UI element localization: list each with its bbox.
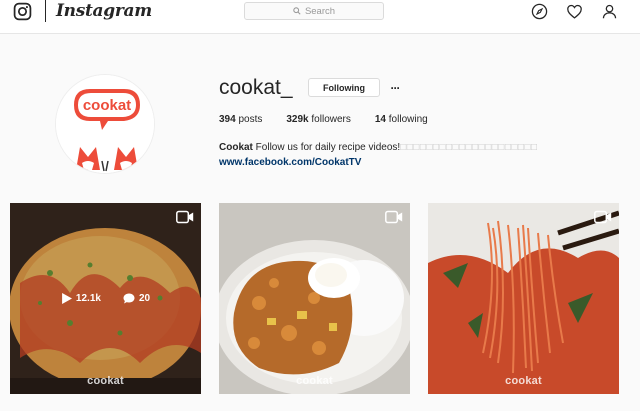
play-icon bbox=[62, 293, 72, 304]
spicy-noodles-photo bbox=[428, 203, 619, 394]
search-input[interactable]: Search bbox=[244, 2, 384, 20]
following-count[interactable]: 14 following bbox=[375, 114, 428, 125]
views-stat: 12.1k bbox=[61, 293, 101, 304]
posts-count: 394 posts bbox=[219, 114, 262, 125]
post-thumbnail-2[interactable]: cookat bbox=[219, 203, 410, 394]
profile-username: cookat_ bbox=[219, 76, 293, 99]
profile-bio: Cookat Follow us for daily recipe videos… bbox=[219, 140, 538, 170]
explore-compass-icon[interactable] bbox=[531, 3, 548, 20]
comments-count: 20 bbox=[138, 293, 151, 304]
bio-unrendered-glyphs: □□□□□□□□□□□□□□□□□□□□□ bbox=[400, 142, 538, 153]
search-icon bbox=[293, 7, 301, 15]
video-camera-icon bbox=[594, 210, 612, 224]
post-thumbnail-1[interactable]: 12.1k 20 cookat bbox=[10, 203, 201, 394]
post-thumbnail-3[interactable]: cookat bbox=[428, 203, 619, 394]
cookat-logo-image: cookat bbox=[56, 75, 154, 173]
following-count-label: following bbox=[388, 114, 428, 125]
bio-text: Follow us for daily recipe videos! bbox=[252, 142, 401, 153]
posts-count-value: 394 bbox=[219, 114, 236, 125]
post-watermark: cookat bbox=[87, 375, 124, 387]
post-watermark: cookat bbox=[296, 375, 333, 387]
following-count-value: 14 bbox=[374, 114, 386, 125]
more-options-button[interactable]: ··· bbox=[388, 78, 402, 97]
video-camera-icon bbox=[176, 210, 194, 224]
activity-heart-icon[interactable] bbox=[566, 3, 583, 20]
top-navigation-bar: Instagram Search bbox=[0, 0, 640, 34]
comments-stat: 20 bbox=[123, 293, 150, 304]
curry-rice-photo bbox=[219, 203, 410, 394]
profile-person-icon[interactable] bbox=[601, 3, 618, 20]
instagram-glyph-icon[interactable] bbox=[13, 2, 32, 21]
following-button[interactable]: Following bbox=[308, 78, 380, 97]
video-camera-icon bbox=[385, 210, 403, 224]
instagram-wordmark[interactable]: Instagram bbox=[56, 0, 152, 22]
post-watermark: cookat bbox=[505, 375, 542, 387]
profile-avatar[interactable]: cookat bbox=[55, 74, 155, 174]
bio-link[interactable]: www.facebook.com/CookatTV bbox=[219, 155, 538, 170]
bio-name: Cookat bbox=[219, 142, 253, 153]
post-hover-overlay: 12.1k 20 bbox=[10, 203, 201, 394]
followers-count[interactable]: 329k followers bbox=[286, 114, 351, 125]
comment-bubble-icon bbox=[123, 293, 135, 304]
views-count: 12.1k bbox=[75, 293, 101, 304]
followers-count-label: followers bbox=[311, 114, 351, 125]
logo-lettering: cookat bbox=[83, 97, 131, 114]
posts-count-label: posts bbox=[238, 114, 263, 125]
profile-stats: 394 posts 329k followers 14 following bbox=[219, 114, 452, 125]
followers-count-value: 329k bbox=[286, 114, 309, 125]
search-placeholder: Search bbox=[304, 5, 336, 17]
logo-divider bbox=[45, 0, 46, 22]
